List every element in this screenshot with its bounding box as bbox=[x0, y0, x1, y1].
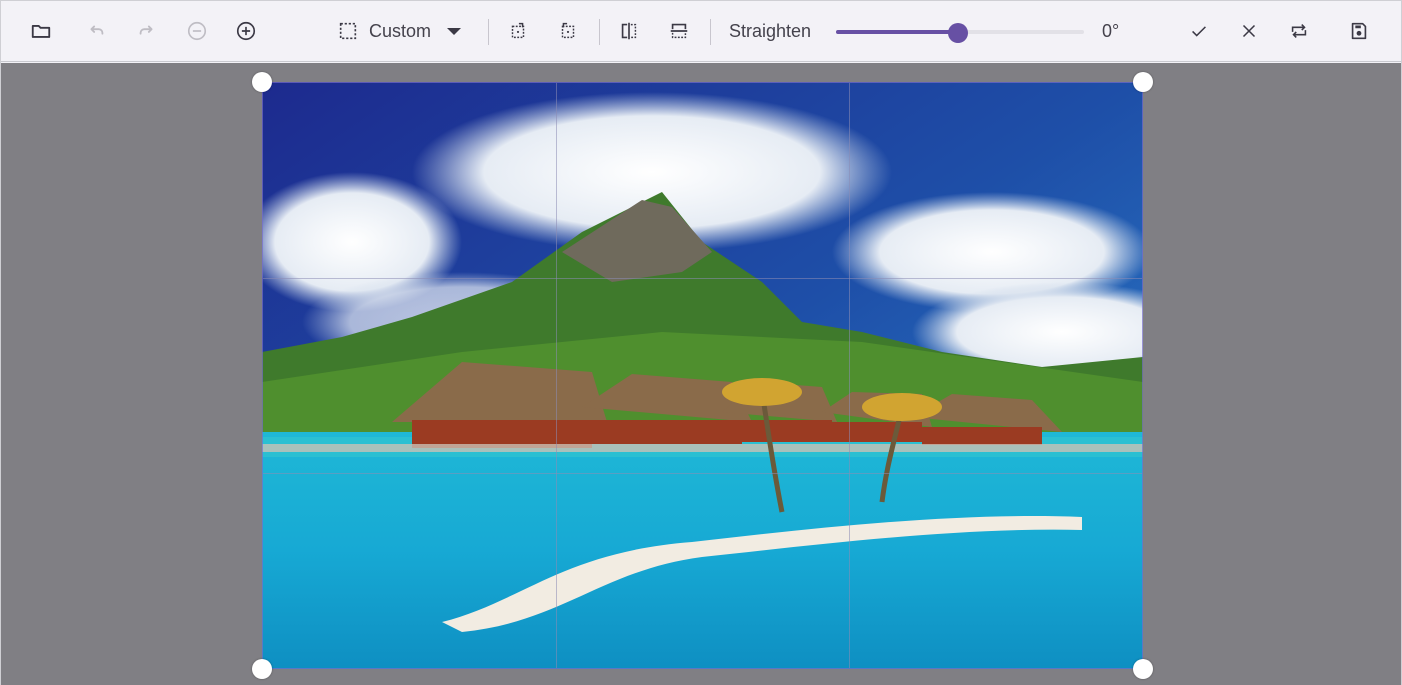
straighten-value: 0° bbox=[1102, 21, 1120, 41]
save-icon bbox=[1351, 22, 1367, 40]
toolbar-divider bbox=[710, 19, 711, 45]
image-editor: Custom Straighten 0° bbox=[0, 0, 1402, 685]
redo-icon bbox=[139, 25, 153, 35]
cancel-button[interactable] bbox=[1234, 16, 1264, 46]
apply-button[interactable] bbox=[1184, 16, 1214, 46]
slider-thumb[interactable] bbox=[947, 23, 968, 43]
chevron-down-icon bbox=[447, 27, 462, 35]
crop-handle-top-left[interactable] bbox=[252, 72, 272, 92]
editor-canvas[interactable] bbox=[1, 63, 1401, 685]
zoom-out-icon bbox=[187, 21, 207, 41]
save-button[interactable] bbox=[1344, 16, 1374, 46]
rotate-right-button[interactable] bbox=[553, 16, 583, 46]
crop-selection-icon bbox=[339, 22, 357, 40]
undo-button[interactable] bbox=[81, 16, 111, 46]
grid-line-horizontal bbox=[263, 472, 1142, 474]
straighten-slider[interactable] bbox=[836, 23, 1084, 43]
crop-handle-bottom-right[interactable] bbox=[1133, 659, 1153, 679]
flip-horizontal-icon bbox=[621, 22, 637, 40]
check-icon bbox=[1192, 26, 1206, 37]
slider-fill bbox=[836, 30, 958, 34]
crop-handle-bottom-left[interactable] bbox=[252, 659, 272, 679]
grid-line-horizontal bbox=[263, 277, 1142, 279]
reset-button[interactable] bbox=[1284, 16, 1314, 46]
aspect-ratio-label: Custom bbox=[369, 20, 432, 41]
crop-frame[interactable] bbox=[262, 82, 1143, 669]
zoom-in-button[interactable] bbox=[231, 16, 261, 46]
redo-button[interactable] bbox=[132, 16, 162, 46]
zoom-in-icon bbox=[236, 21, 256, 41]
grid-line-vertical bbox=[848, 83, 850, 668]
straighten-label: Straighten bbox=[729, 21, 812, 41]
toolbar: Custom Straighten 0° bbox=[1, 1, 1401, 62]
crop-handle-top-right[interactable] bbox=[1133, 72, 1153, 92]
rotate-right-icon bbox=[561, 22, 575, 39]
rotate-left-icon bbox=[511, 22, 525, 39]
toolbar-divider bbox=[488, 19, 489, 45]
flip-vertical-button[interactable] bbox=[664, 16, 694, 46]
zoom-out-button[interactable] bbox=[182, 16, 212, 46]
flip-vertical-icon bbox=[670, 23, 688, 39]
rotate-left-button[interactable] bbox=[503, 16, 533, 46]
close-icon bbox=[1242, 24, 1256, 38]
folder-icon bbox=[31, 25, 51, 38]
toolbar-divider bbox=[599, 19, 600, 45]
undo-icon bbox=[90, 25, 104, 35]
flip-horizontal-button[interactable] bbox=[614, 16, 644, 46]
aspect-ratio-dropdown[interactable]: Custom bbox=[337, 16, 462, 46]
reset-icon bbox=[1291, 24, 1307, 38]
open-button[interactable] bbox=[26, 16, 56, 46]
grid-line-vertical bbox=[555, 83, 557, 668]
